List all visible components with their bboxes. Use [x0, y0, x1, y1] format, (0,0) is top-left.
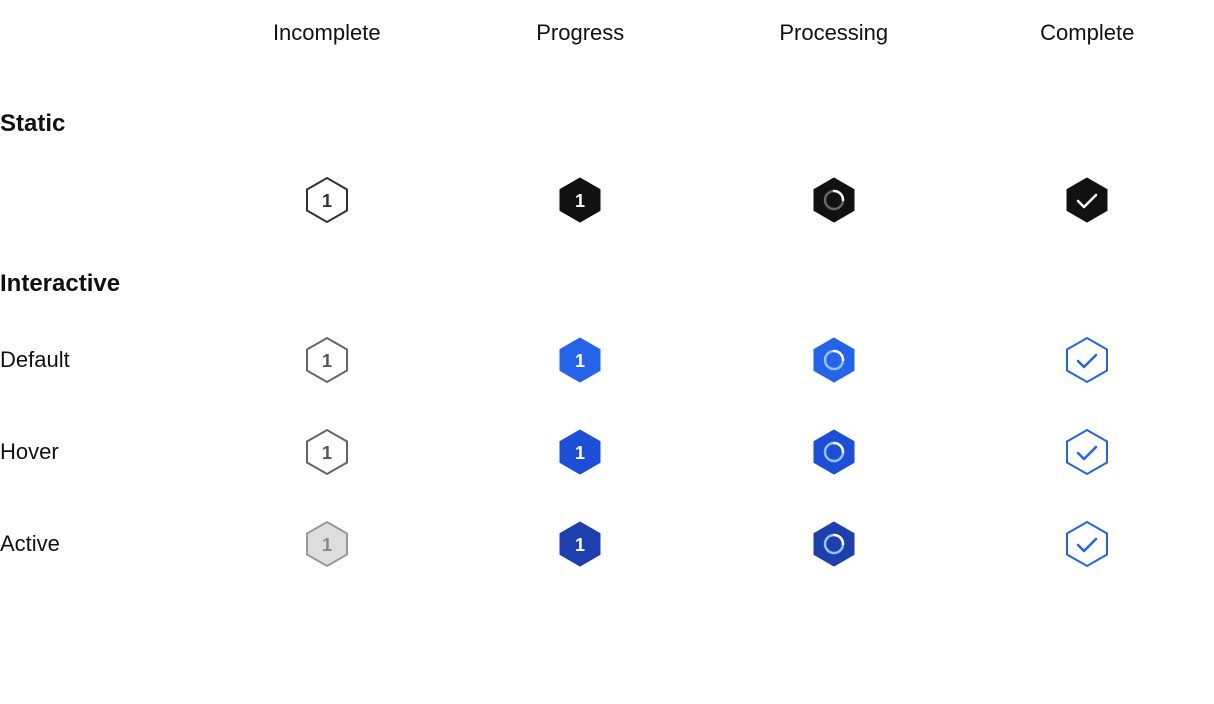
interactive-active-progress-icon: 1 [554, 518, 606, 570]
col-header-processing: Processing [707, 0, 961, 86]
static-progress-icon: 1 [554, 174, 606, 226]
static-incomplete-icon: 1 [301, 174, 353, 226]
interactive-default-incomplete-cell[interactable]: 1 [200, 314, 454, 406]
interactive-hover-complete-icon [1061, 426, 1113, 478]
static-incomplete-cell: 1 [200, 154, 454, 246]
svg-text:1: 1 [575, 351, 585, 371]
col-header-complete: Complete [961, 0, 1214, 86]
interactive-default-processing-cell[interactable] [707, 314, 961, 406]
interactive-hover-incomplete-cell[interactable]: 1 [200, 406, 454, 498]
static-processing-icon [808, 174, 860, 226]
svg-text:1: 1 [575, 191, 585, 211]
static-complete-cell [961, 154, 1214, 246]
interactive-default-complete-cell[interactable] [961, 314, 1214, 406]
svg-text:1: 1 [322, 351, 332, 371]
svg-text:1: 1 [322, 535, 332, 555]
static-complete-icon [1061, 174, 1113, 226]
static-row-label [0, 154, 200, 246]
col-header-incomplete: Incomplete [200, 0, 454, 86]
static-progress-cell: 1 [454, 154, 708, 246]
svg-text:1: 1 [575, 535, 585, 555]
interactive-hover-incomplete-icon: 1 [301, 426, 353, 478]
interactive-active-complete-cell[interactable] [961, 498, 1214, 590]
interactive-hover-processing-icon [808, 426, 860, 478]
interactive-default-processing-icon [808, 334, 860, 386]
section-interactive-label: Interactive [0, 246, 1214, 314]
interactive-active-incomplete-icon: 1 [301, 518, 353, 570]
interactive-hover-complete-cell[interactable] [961, 406, 1214, 498]
interactive-active-complete-icon [1061, 518, 1113, 570]
col-header-progress: Progress [454, 0, 708, 86]
interactive-hover-progress-icon: 1 [554, 426, 606, 478]
interactive-hover-progress-cell[interactable]: 1 [454, 406, 708, 498]
svg-text:1: 1 [575, 443, 585, 463]
interactive-default-progress-cell[interactable]: 1 [454, 314, 708, 406]
interactive-default-complete-icon [1061, 334, 1113, 386]
section-static-label: Static [0, 86, 1214, 154]
interactive-active-processing-cell[interactable] [707, 498, 961, 590]
interactive-hover-processing-cell[interactable] [707, 406, 961, 498]
interactive-default-incomplete-icon: 1 [301, 334, 353, 386]
svg-text:1: 1 [322, 191, 332, 211]
static-processing-cell [707, 154, 961, 246]
interactive-active-processing-icon [808, 518, 860, 570]
interactive-default-progress-icon: 1 [554, 334, 606, 386]
interactive-active-incomplete-cell[interactable]: 1 [200, 498, 454, 590]
interactive-default-label: Default [0, 314, 200, 406]
interactive-active-progress-cell[interactable]: 1 [454, 498, 708, 590]
header-empty [0, 0, 200, 86]
interactive-hover-label: Hover [0, 406, 200, 498]
main-grid: Incomplete Progress Processing Complete … [0, 0, 1214, 590]
svg-text:1: 1 [322, 443, 332, 463]
interactive-active-label: Active [0, 498, 200, 590]
